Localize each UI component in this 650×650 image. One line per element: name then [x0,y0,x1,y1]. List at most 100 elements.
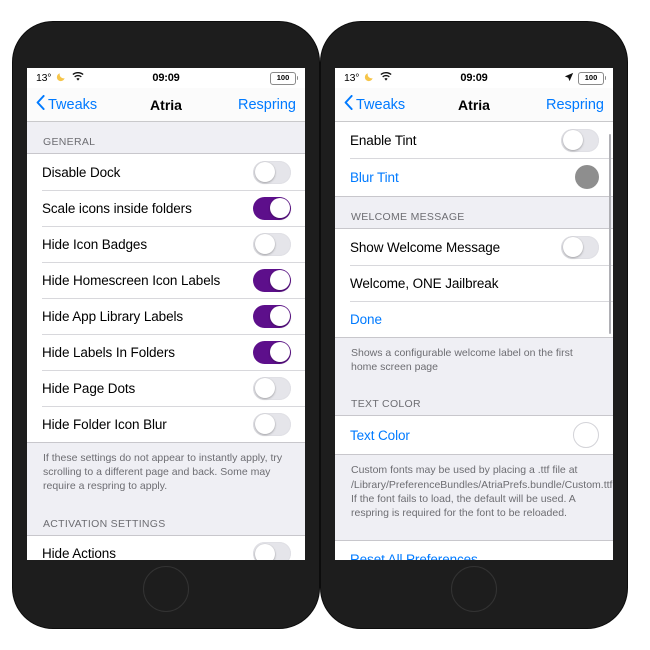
nav-bar: Tweaks Atria Respring [27,88,305,122]
phone-left: 13° 09:09 100 Tweaks Atria Respring GENE… [13,22,319,628]
back-button[interactable]: Tweaks [36,95,97,114]
row-label: Hide Labels In Folders [42,344,175,360]
table-row[interactable]: Hide Icon Badges [27,226,305,262]
toggle-show-welcome-message[interactable] [561,235,599,259]
toggle-hide-icon-badges[interactable] [253,232,291,256]
respring-button[interactable]: Respring [238,97,296,113]
section-header-general: GENERAL [27,122,305,153]
row-label: Hide Homescreen Icon Labels [42,272,221,288]
crescent-moon-icon [56,71,67,85]
status-bar-right: 100 [564,71,606,85]
status-bar-left: 13° [344,71,392,85]
table-row[interactable]: Hide Homescreen Icon Labels [27,262,305,298]
welcome-text-value: Welcome, ONE Jailbreak [350,275,499,291]
battery-percent-label: 100 [584,73,598,83]
color-well-text-color[interactable] [573,422,599,449]
toggle-hide-homescreen-icon-labels[interactable] [253,268,291,292]
toggle-disable-dock[interactable] [253,160,291,184]
toggle-enable-tint[interactable] [561,128,599,152]
location-arrow-icon [564,72,574,85]
back-button-label: Tweaks [356,96,406,113]
temperature-label: 13° [344,72,360,84]
row-label: Hide Actions [42,546,116,560]
toggle-knob [254,543,275,560]
section-footer-general: If these settings do not appear to insta… [27,443,305,504]
status-bar-left: 13° [36,71,84,85]
toggle-knob [562,237,583,257]
toggle-knob [269,342,290,362]
table-row[interactable]: Disable Dock [27,154,305,190]
table-row[interactable]: Enable Tint [335,122,613,158]
battery-icon: 100 [270,71,298,85]
row-label: Disable Dock [42,164,121,180]
toggle-knob [269,306,290,326]
toggle-hide-labels-in-folders[interactable] [253,340,291,364]
done-button-label: Done [350,311,382,327]
toggle-knob [254,414,275,434]
nav-bar: Tweaks Atria Respring [335,88,613,122]
settings-group-reset: Reset All Preferences Reset Save State [335,540,613,560]
chevron-left-icon [36,95,45,114]
row-label: Blur Tint [350,169,399,185]
home-button[interactable] [143,566,189,612]
table-row[interactable]: Text Color [335,416,613,455]
settings-table-left[interactable]: GENERAL Disable Dock Scale icons inside … [27,122,305,560]
settings-group-general: Disable Dock Scale icons inside folders … [27,153,305,443]
scrollbar[interactable] [608,134,611,334]
temperature-label: 13° [36,72,52,84]
back-button-label: Tweaks [48,96,98,113]
phone-right: 13° 09:09 100 Tweaks Atria Respring Enab… [321,22,627,628]
toggle-hide-folder-icon-blur[interactable] [253,412,291,436]
section-header-activation-settings: ACTIVATION SETTINGS [27,503,305,535]
toggle-knob [254,378,275,398]
status-bar: 13° 09:09 100 [27,68,305,88]
table-row-reset-all-preferences[interactable]: Reset All Preferences [335,541,613,560]
respring-button[interactable]: Respring [546,97,604,113]
toggle-scale-icons-inside-folders[interactable] [253,196,291,220]
toggle-knob [254,162,275,182]
row-label: Text Color [350,427,410,443]
settings-group-activation: Hide Actions Disable Tap Gesture [27,534,305,560]
table-row[interactable]: Hide Actions [27,535,305,560]
row-label: Enable Tint [350,132,417,148]
row-label: Scale icons inside folders [42,200,192,216]
table-row[interactable]: Hide Page Dots [27,370,305,406]
row-label: Show Welcome Message [350,239,501,255]
settings-group-welcome: Show Welcome Message Welcome, ONE Jailbr… [335,228,613,338]
section-footer-welcome: Shows a configurable welcome label on th… [335,338,613,385]
row-label: Hide App Library Labels [42,308,184,324]
toggle-knob [269,270,290,290]
group-gap [335,530,613,541]
toggle-knob [269,198,290,218]
toggle-knob [562,130,583,150]
table-row[interactable]: Hide App Library Labels [27,298,305,334]
section-header-welcome-message: WELCOME MESSAGE [335,197,613,228]
home-button[interactable] [451,566,497,612]
toggle-hide-app-library-labels[interactable] [253,304,291,328]
table-row[interactable]: Hide Folder Icon Blur [27,406,305,442]
table-row[interactable]: Blur Tint [335,158,613,196]
status-bar: 13° 09:09 100 [335,68,613,88]
screenshot-stage: 13° 09:09 100 Tweaks Atria Respring GENE… [0,0,650,650]
battery-icon: 100 [578,71,606,85]
battery-percent-label: 100 [276,73,290,83]
crescent-moon-icon [364,71,375,85]
toggle-hide-page-dots[interactable] [253,376,291,400]
toggle-hide-actions[interactable] [253,542,291,560]
reset-all-preferences-label: Reset All Preferences [350,551,478,560]
color-well-blur-tint[interactable] [575,165,599,189]
table-row[interactable]: Scale icons inside folders [27,190,305,226]
row-label: Hide Folder Icon Blur [42,416,167,432]
table-row-welcome-text-field[interactable]: Welcome, ONE Jailbreak [335,265,613,301]
wifi-icon [72,71,84,85]
settings-table-right[interactable]: Enable Tint Blur Tint WELCOME MESSAGE Sh… [335,122,613,560]
chevron-left-icon [344,95,353,114]
wifi-icon [380,71,392,85]
table-row[interactable]: Hide Labels In Folders [27,334,305,370]
table-row-done[interactable]: Done [335,301,613,337]
table-row[interactable]: Show Welcome Message [335,229,613,265]
phone-right-screen: 13° 09:09 100 Tweaks Atria Respring Enab… [335,68,613,560]
settings-group-tint: Enable Tint Blur Tint [335,122,613,197]
phone-left-screen: 13° 09:09 100 Tweaks Atria Respring GENE… [27,68,305,560]
back-button[interactable]: Tweaks [344,95,405,114]
